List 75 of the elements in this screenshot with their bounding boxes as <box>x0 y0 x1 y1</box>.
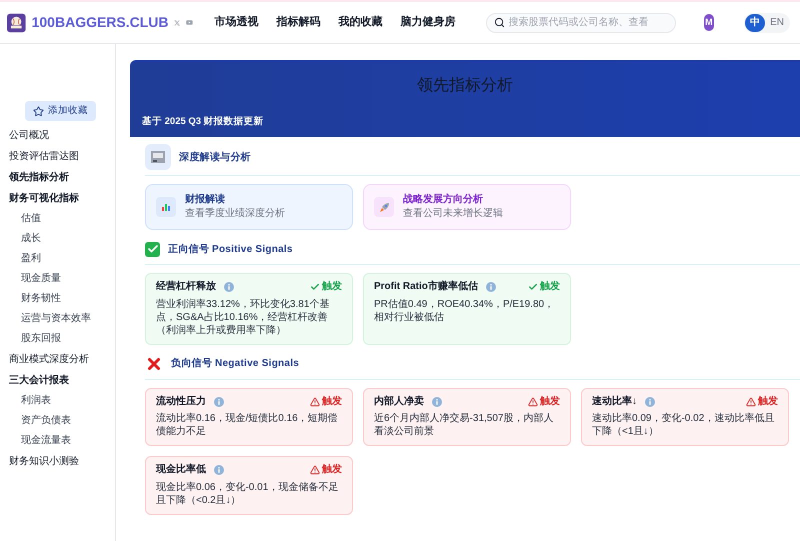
language-option[interactable]: EN <box>765 14 790 32</box>
signal-status: 触发 <box>322 396 342 408</box>
sidebar-subitem[interactable]: 成长 <box>9 229 115 249</box>
card-title: 战略发展方向分析 <box>403 194 484 206</box>
language-option[interactable]: 中 <box>745 14 766 32</box>
info-icon[interactable] <box>645 396 655 407</box>
section-title: 正向信号 Positive Signals <box>168 242 293 256</box>
banner-subtitle: 基于 2025 Q3 财报数据更新 <box>142 115 265 129</box>
signal-description: 现金比率0.06，变化-0.01，现金储备不足且下降（<0.2且↓） <box>156 480 340 506</box>
sidebar-subitem[interactable]: 现金质量 <box>9 269 115 289</box>
signal-description: 流动比率0.16，现金/短债比0.16，短期偿债能力不足 <box>156 412 339 438</box>
sidebar-subitem[interactable]: 盈利 <box>9 249 115 269</box>
nav-link[interactable]: 指标解码 <box>276 14 321 31</box>
sidebar-subitem[interactable]: 资产负债表 <box>9 411 115 431</box>
signal-title: 内部人净卖 <box>374 396 424 408</box>
x-logo-icon[interactable] <box>174 18 180 28</box>
sidebar-group-label[interactable]: 三大会计报表 <box>9 370 115 391</box>
bar-chart-icon <box>156 197 176 217</box>
sidebar-item[interactable]: 投资评估雷达图 <box>9 146 115 167</box>
sidebar-subitem[interactable]: 利润表 <box>9 391 115 411</box>
sidebar-item[interactable]: 商业模式深度分析 <box>9 349 115 370</box>
card-description: 查看公司未来增长逻辑 <box>403 208 503 220</box>
check-icon <box>310 282 320 292</box>
checkbox-icon <box>145 242 160 256</box>
signal-status: 触发 <box>540 281 560 294</box>
sidebar-subitem[interactable]: 股东回报 <box>9 329 115 349</box>
warning-icon <box>528 396 538 407</box>
signal-description: 近6个月内部人净交易-31,507股，内部人看淡公司前景 <box>374 412 554 438</box>
signal-status: 触发 <box>758 396 778 408</box>
nav-link[interactable]: 市场透视 <box>214 14 259 31</box>
info-icon[interactable] <box>214 465 224 476</box>
sidebar-subitem[interactable]: 现金流量表 <box>9 431 115 451</box>
banner-title: 领先指标分析 <box>416 76 514 96</box>
card-title: 财报解读 <box>185 194 226 206</box>
signal-description: PR估值0.49，ROE40.34%，P/E19.80，相对行业被低估 <box>374 298 556 324</box>
sidebar-subitem[interactable]: 财务韧性 <box>9 289 115 309</box>
signal-title: Profit Ratio市赚率低估 <box>374 281 478 294</box>
analysis-link-card[interactable]: 战略发展方向分析 查看公司未来增长逻辑 <box>363 184 571 230</box>
sidebar-item[interactable]: 财务知识小测验 <box>9 451 115 472</box>
signal-title: 速动比率↓ <box>592 396 637 408</box>
star-icon <box>33 106 44 116</box>
signal-title: 经营杠杆释放 <box>156 281 216 294</box>
signal-status: 触发 <box>540 396 560 408</box>
nav-link[interactable]: 脑力健身房 <box>400 14 456 31</box>
sidebar-subitem[interactable]: 运营与资本效率 <box>9 309 115 329</box>
user-avatar[interactable]: M <box>704 14 714 31</box>
search-field[interactable]: 搜索股票代码或公司名称、查看 <box>486 12 676 32</box>
signal-title: 流动性压力 <box>156 396 206 408</box>
info-icon[interactable] <box>432 396 442 407</box>
rocket-icon <box>374 197 394 217</box>
info-icon[interactable] <box>486 282 496 292</box>
warning-icon <box>310 465 320 476</box>
sidebar-subitem[interactable]: 估值 <box>9 209 115 229</box>
brand-name[interactable]: 100BAGGERS.CLUB <box>32 12 169 33</box>
card-description: 查看季度业绩深度分析 <box>185 208 285 220</box>
signal-description: 营业利润率33.12%，环比变化3.81个基点，SG&A占比10.16%，经营杠杆改善（利润率上升或费用率下降） <box>156 298 330 336</box>
info-icon[interactable] <box>224 282 234 292</box>
warning-icon <box>746 396 756 407</box>
check-icon <box>528 282 538 292</box>
signal-title: 现金比率低 <box>156 464 206 476</box>
info-icon[interactable] <box>214 396 224 407</box>
signal-description: 速动比率0.09，变化-0.02，速动比率低且下降（<1且↓） <box>592 412 776 438</box>
analysis-link-card[interactable]: 财报解读 查看季度业绩深度分析 <box>145 184 353 230</box>
section-title: 负向信号 Negative Signals <box>171 356 300 371</box>
signal-status: 触发 <box>322 464 342 476</box>
nav-link[interactable]: 我的收藏 <box>338 14 383 31</box>
sidebar-item[interactable]: 公司概况 <box>9 125 115 146</box>
video-play-icon[interactable] <box>186 17 193 28</box>
signal-status: 触发 <box>322 281 342 294</box>
add-favorite-button[interactable]: 添加收藏 <box>25 101 96 121</box>
search-icon <box>494 17 505 28</box>
sidebar-item[interactable]: 领先指标分析 <box>9 167 115 188</box>
sidebar-group-label[interactable]: 财务可视化指标 <box>9 188 115 209</box>
warning-icon <box>310 396 320 407</box>
section-title: 深度解读与分析 <box>179 150 251 164</box>
